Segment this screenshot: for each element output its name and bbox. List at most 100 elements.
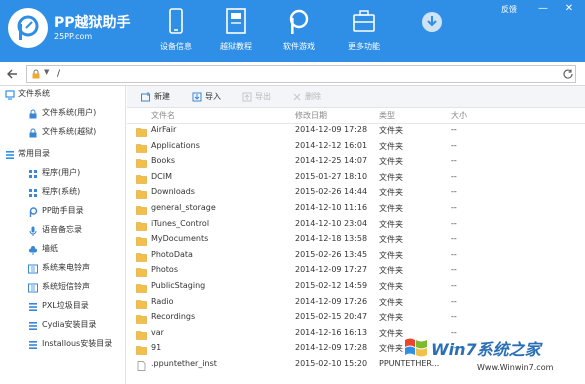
file-size: --: [451, 249, 457, 259]
path-input[interactable]: ▼ /: [26, 65, 576, 83]
sidebar-item-label: Cydia安装目录: [42, 320, 97, 329]
sidebar-item-cydia-dir[interactable]: Cydia安装目录: [0, 317, 126, 335]
import-icon: [192, 92, 202, 102]
sidebar-item-voice-memos[interactable]: 语音备忘录: [0, 222, 126, 240]
sidebar-item-programs-user[interactable]: 程序(用户): [0, 165, 126, 183]
sidebar-item-filesystem-jailbreak[interactable]: 文件系统(越狱): [0, 124, 126, 142]
nav-downloads[interactable]: [402, 8, 462, 56]
sidebar-item-pp-dir[interactable]: PP助手目录: [0, 203, 126, 221]
refresh-icon[interactable]: [562, 68, 574, 80]
file-toolbar: 新建 导入 导出 删除: [127, 86, 585, 108]
column-header-type[interactable]: 类型: [379, 110, 395, 121]
sidebar: 文件系统 文件系统(用户) 文件系统(越狱) 常用目录 程序(用户) 程序(系统…: [0, 86, 126, 384]
modified-date: 2014-12-10 11:16: [295, 203, 368, 212]
folder-icon: [136, 346, 147, 356]
table-row[interactable]: Recordings 2015-02-15 20:47 文件夹 --: [127, 311, 585, 327]
table-row[interactable]: general_storage 2014-12-10 11:16 文件夹 --: [127, 202, 585, 218]
folder-icon: [136, 237, 147, 246]
modified-date: 2015-02-12 14:59: [295, 281, 368, 290]
file-name: Photos: [151, 265, 178, 275]
sidebar-section-label: 文件系统: [18, 89, 50, 98]
nav-jailbreak-tutorial[interactable]: 越狱教程: [206, 8, 266, 56]
table-row[interactable]: Radio 2014-12-09 17:26 文件夹 --: [127, 296, 585, 312]
file-name: MyDocuments: [151, 234, 209, 244]
file-type: 文件夹: [379, 188, 403, 198]
file-name: 91: [151, 343, 162, 353]
table-row[interactable]: Books 2014-12-25 14:07 文件夹 --: [127, 155, 585, 171]
file-size: --: [451, 203, 457, 212]
file-name: .ppuntether_inst: [151, 359, 217, 368]
windows-logo-icon: [405, 338, 427, 357]
ringtone-icon: [28, 264, 38, 274]
file-type: 文件夹: [379, 235, 403, 245]
new-folder-icon: [141, 92, 150, 102]
table-row[interactable]: DCIM 2015-01-27 18:10 文件夹 --: [127, 171, 585, 187]
file-size: --: [451, 171, 457, 181]
table-row[interactable]: Photos 2014-12-09 17:27 文件夹 --: [127, 264, 585, 280]
file-table-header: 文件名 修改日期 类型 大小 ⌃: [127, 108, 585, 124]
chevron-down-icon[interactable]: ▼: [44, 68, 49, 76]
sidebar-item-pxl-dir[interactable]: PXL垃圾目录: [0, 298, 126, 316]
nav-label: 越狱教程: [220, 42, 252, 51]
column-header-name[interactable]: 文件名: [151, 110, 175, 121]
sidebar-item-sms-tones[interactable]: 系统短信铃声: [0, 279, 126, 297]
list-icon: [6, 151, 14, 159]
app-header: PP越狱助手 25PP.com 设备信息 越狱教程 软件游戏 更多功能 反馈 —…: [0, 0, 585, 62]
file-name: general_storage: [151, 203, 216, 212]
nav-device-info[interactable]: 设备信息: [146, 8, 206, 56]
table-row[interactable]: PublicStaging 2015-02-12 14:59 文件夹 --: [127, 280, 585, 296]
file-size: --: [451, 218, 457, 228]
brand-name: PP越狱助手: [54, 15, 131, 31]
toolbox-icon: [353, 10, 375, 32]
modified-date: 2014-12-09 17:27: [295, 265, 368, 275]
minimize-icon[interactable]: —: [537, 3, 549, 15]
sidebar-item-label: 程序(用户): [42, 168, 81, 177]
back-arrow-icon[interactable]: [5, 67, 19, 81]
file-name: PublicStaging: [151, 281, 206, 290]
lock-icon: [29, 109, 37, 119]
sidebar-item-label: 文件系统(用户): [42, 108, 97, 117]
modified-date: 2015-02-10 15:20: [295, 359, 368, 368]
table-row[interactable]: AirFair 2014-12-09 17:28 文件夹 --: [127, 124, 585, 140]
folder-icon: [136, 143, 147, 153]
table-row[interactable]: Applications 2014-12-12 16:01 文件夹 --: [127, 140, 585, 156]
sidebar-section-filesystem[interactable]: 文件系统: [0, 86, 126, 104]
sidebar-item-label: PP助手目录: [42, 206, 84, 215]
feedback-link[interactable]: 反馈: [501, 4, 517, 15]
apps-icon: [29, 170, 37, 178]
table-row[interactable]: PhotoData 2015-02-26 13:45 文件夹 --: [127, 249, 585, 265]
sidebar-item-label: 语音备忘录: [42, 225, 82, 234]
export-button-label: 导出: [255, 92, 271, 101]
pp-app-icon: [289, 9, 309, 34]
list-icon: [29, 303, 37, 311]
sidebar-item-system-ringtones[interactable]: 系统来电铃声: [0, 260, 126, 278]
close-icon[interactable]: ✕: [563, 3, 575, 15]
file-name: Downloads: [151, 187, 195, 197]
modified-date: 2014-12-18 13:58: [295, 234, 368, 244]
sidebar-item-wallpaper[interactable]: 墙纸: [0, 241, 126, 259]
nav-software-games[interactable]: 软件游戏: [269, 8, 329, 56]
sidebar-item-installous-dir[interactable]: Installous安装目录: [0, 336, 126, 354]
table-row[interactable]: Downloads 2015-02-26 14:44 文件夹 --: [127, 186, 585, 202]
sidebar-item-programs-system[interactable]: 程序(系统): [0, 184, 126, 202]
new-button-label: 新建: [154, 92, 170, 101]
file-size: --: [451, 156, 457, 166]
file-type: 文件夹: [379, 313, 403, 323]
nav-more-features[interactable]: 更多功能: [334, 8, 394, 56]
sidebar-section-label: 常用目录: [18, 149, 50, 158]
ringtone-icon: [28, 283, 38, 293]
monitor-icon: [5, 90, 15, 100]
sidebar-item-filesystem-user[interactable]: 文件系统(用户): [0, 105, 126, 123]
sidebar-section-common-dirs[interactable]: 常用目录: [0, 146, 126, 164]
sidebar-item-label: 文件系统(越狱): [42, 127, 97, 136]
book-icon: [226, 8, 246, 34]
column-header-date[interactable]: 修改日期: [295, 110, 327, 121]
file-size: --: [451, 281, 457, 290]
modified-date: 2014-12-09 17:26: [295, 296, 368, 306]
table-row[interactable]: iTunes_Control 2014-12-10 23:04 文件夹 --: [127, 218, 585, 234]
file-type: 文件夹: [379, 172, 403, 182]
table-row[interactable]: MyDocuments 2014-12-18 13:58 文件夹 --: [127, 233, 585, 249]
sidebar-item-label: 墙纸: [42, 244, 58, 253]
apps-icon: [29, 189, 37, 197]
sidebar-item-label: 系统短信铃声: [42, 282, 90, 291]
